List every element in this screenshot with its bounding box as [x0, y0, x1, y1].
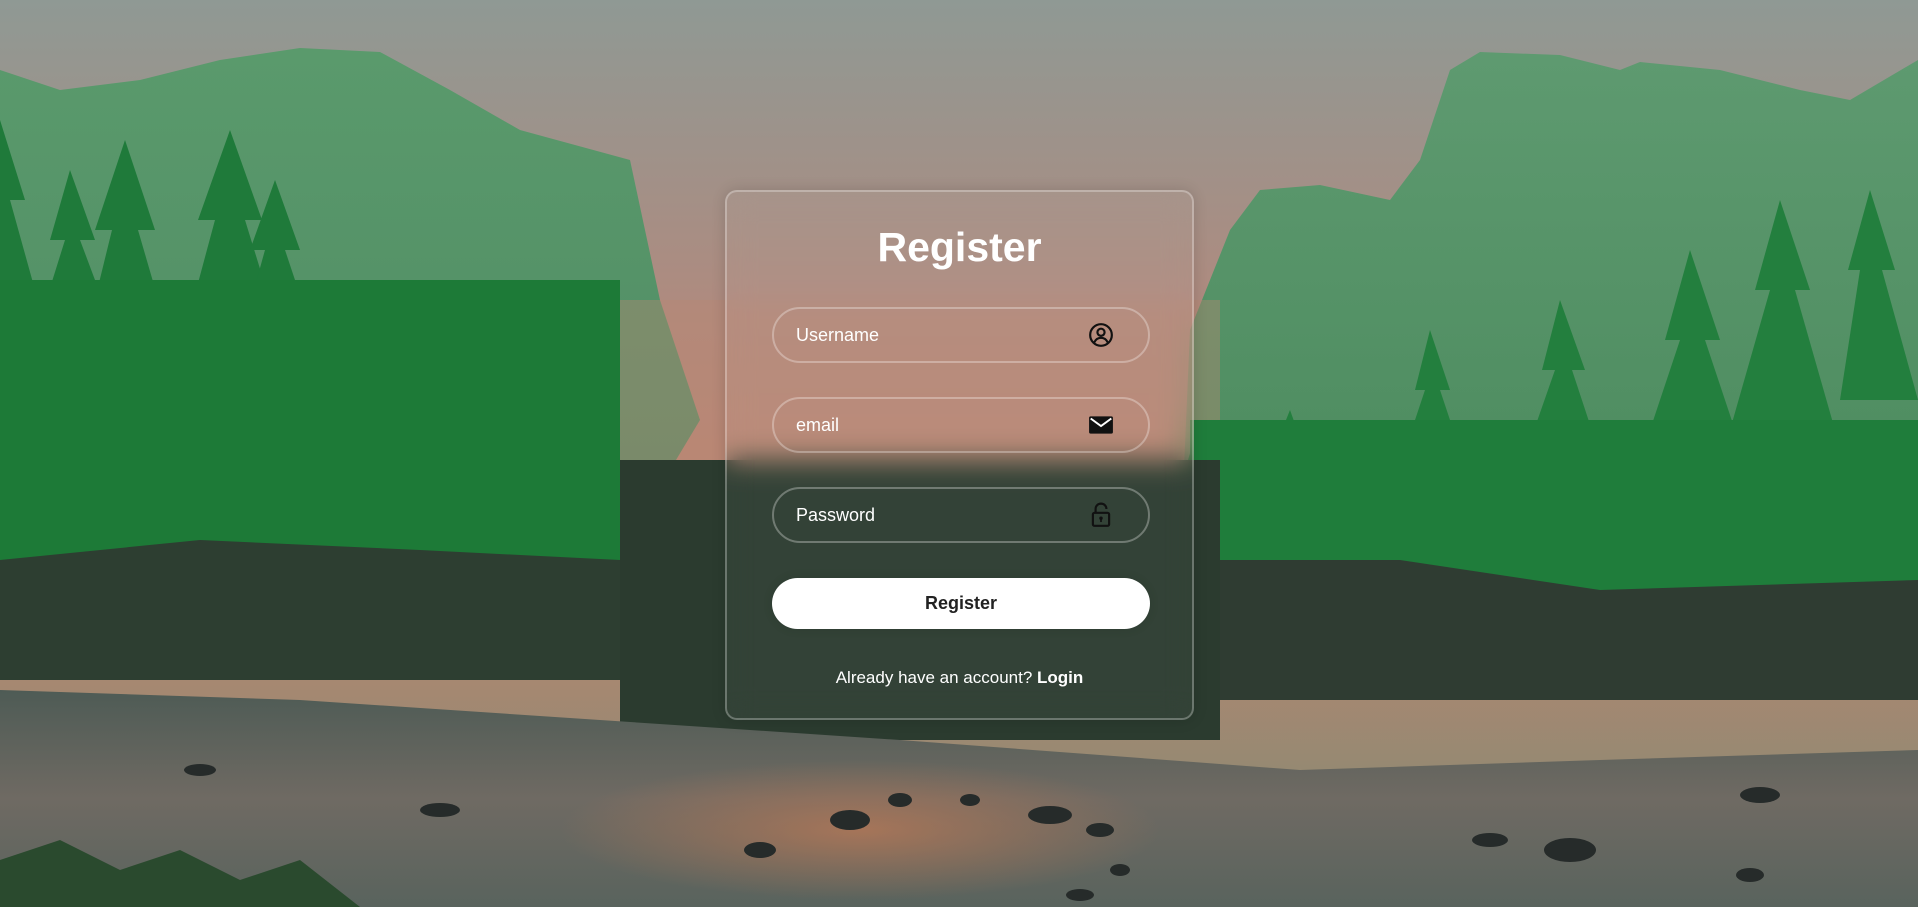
envelope-icon: [1088, 412, 1114, 438]
user-circle-icon: [1088, 322, 1114, 348]
login-prompt-text: Already have an account?: [835, 668, 1038, 687]
page-background: Register Username email Register Already…: [0, 0, 1918, 907]
email-field: [772, 397, 1150, 453]
login-prompt: Already have an account? Login: [727, 668, 1192, 688]
lock-icon: [1088, 502, 1114, 528]
username-field: [772, 307, 1150, 363]
password-field: [772, 487, 1150, 543]
login-link[interactable]: Login: [1037, 668, 1083, 687]
register-form: Register Username email Register Already…: [725, 190, 1194, 720]
form-title: Register: [877, 224, 1042, 270]
register-button[interactable]: Register: [772, 578, 1150, 629]
